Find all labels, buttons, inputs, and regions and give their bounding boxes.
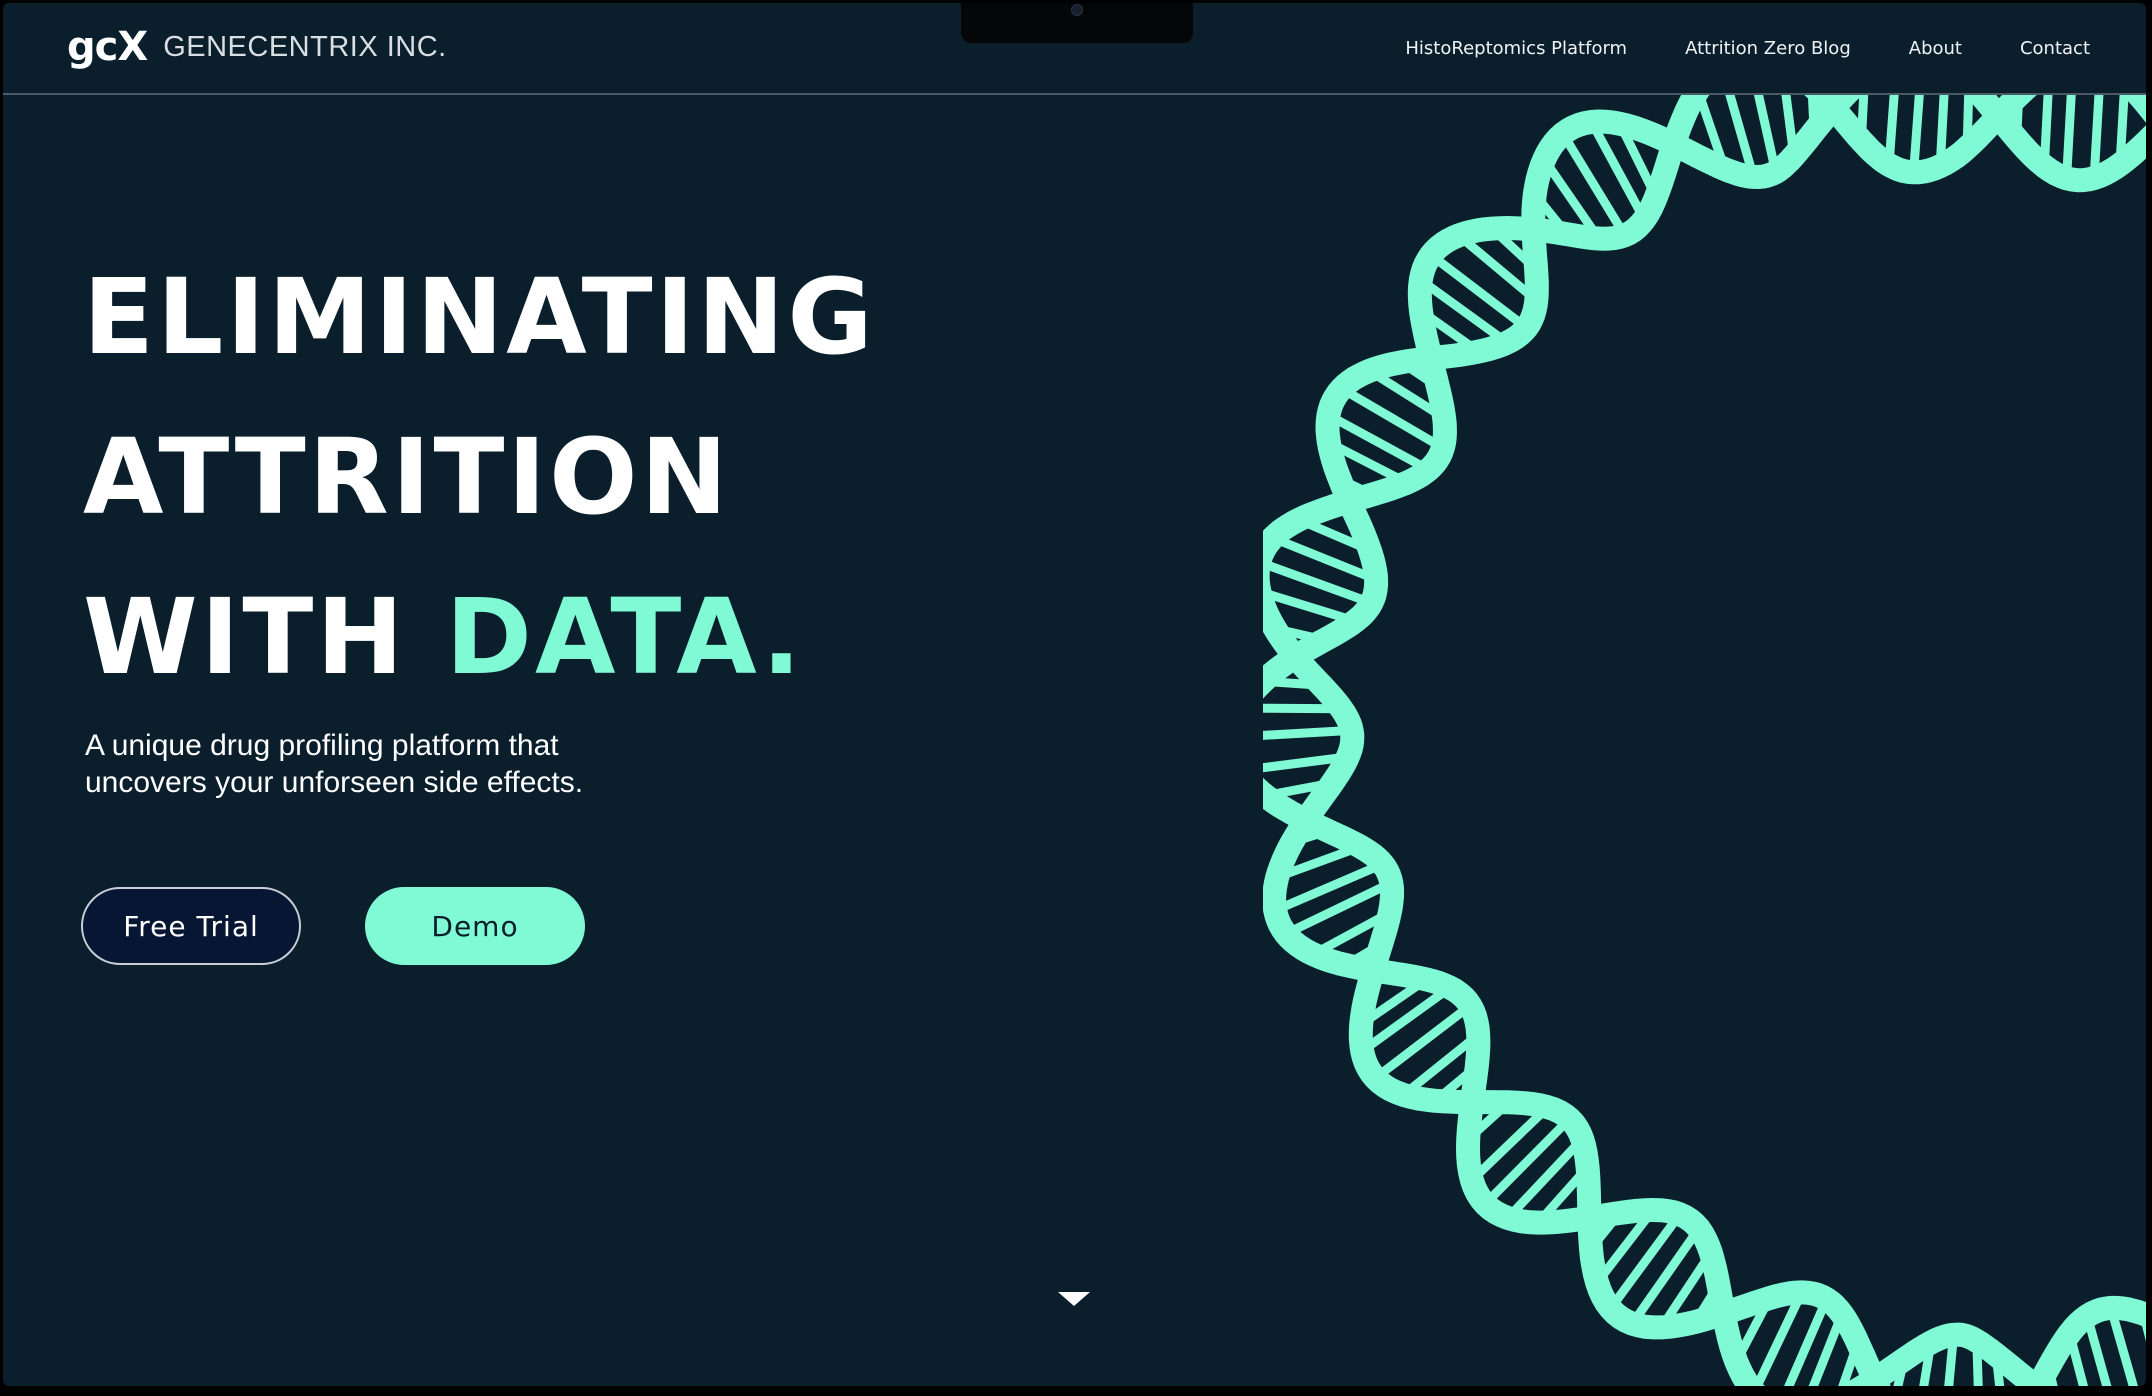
headline-with: WITH: [83, 576, 446, 698]
subtitle-line-2: uncovers your unforseen side effects.: [85, 766, 584, 799]
browser-viewport: gcX GENECENTRIX INC. HistoReptomics Plat…: [3, 3, 2146, 1386]
nav-link-attrition-zero-blog[interactable]: Attrition Zero Blog: [1685, 38, 1851, 59]
dna-helix-illustration: [1263, 95, 2146, 1386]
main-nav: HistoReptomics Platform Attrition Zero B…: [1347, 3, 2090, 93]
headline-line-2: ATTRITION: [83, 416, 731, 538]
hero-section: ELIMINATING ATTRITION WITH DATA. A uniqu…: [3, 95, 2146, 1386]
camera-icon: [1071, 4, 1083, 16]
demo-button[interactable]: Demo: [365, 887, 585, 965]
company-name[interactable]: GENECENTRIX INC.: [163, 31, 447, 64]
headline-line-1: ELIMINATING: [83, 256, 876, 378]
logo-mark[interactable]: gcX: [67, 27, 148, 67]
scroll-down-chevron-icon[interactable]: [1058, 1292, 1090, 1306]
nav-link-about[interactable]: About: [1909, 38, 1962, 59]
nav-link-contact[interactable]: Contact: [2020, 38, 2090, 59]
brand[interactable]: gcX GENECENTRIX INC.: [67, 27, 447, 67]
free-trial-button[interactable]: Free Trial: [81, 887, 301, 965]
device-notch: [961, 3, 1193, 43]
nav-link-histoReptomics-platform[interactable]: HistoReptomics Platform: [1405, 38, 1627, 59]
hero-headline: ELIMINATING ATTRITION WITH DATA.: [83, 237, 876, 717]
subtitle-line-1: A unique drug profiling platform that: [85, 729, 559, 762]
hero-subtitle: A unique drug profiling platform that un…: [85, 727, 685, 801]
headline-line-3: WITH DATA.: [83, 557, 876, 717]
headline-data-accent: DATA.: [445, 576, 805, 698]
